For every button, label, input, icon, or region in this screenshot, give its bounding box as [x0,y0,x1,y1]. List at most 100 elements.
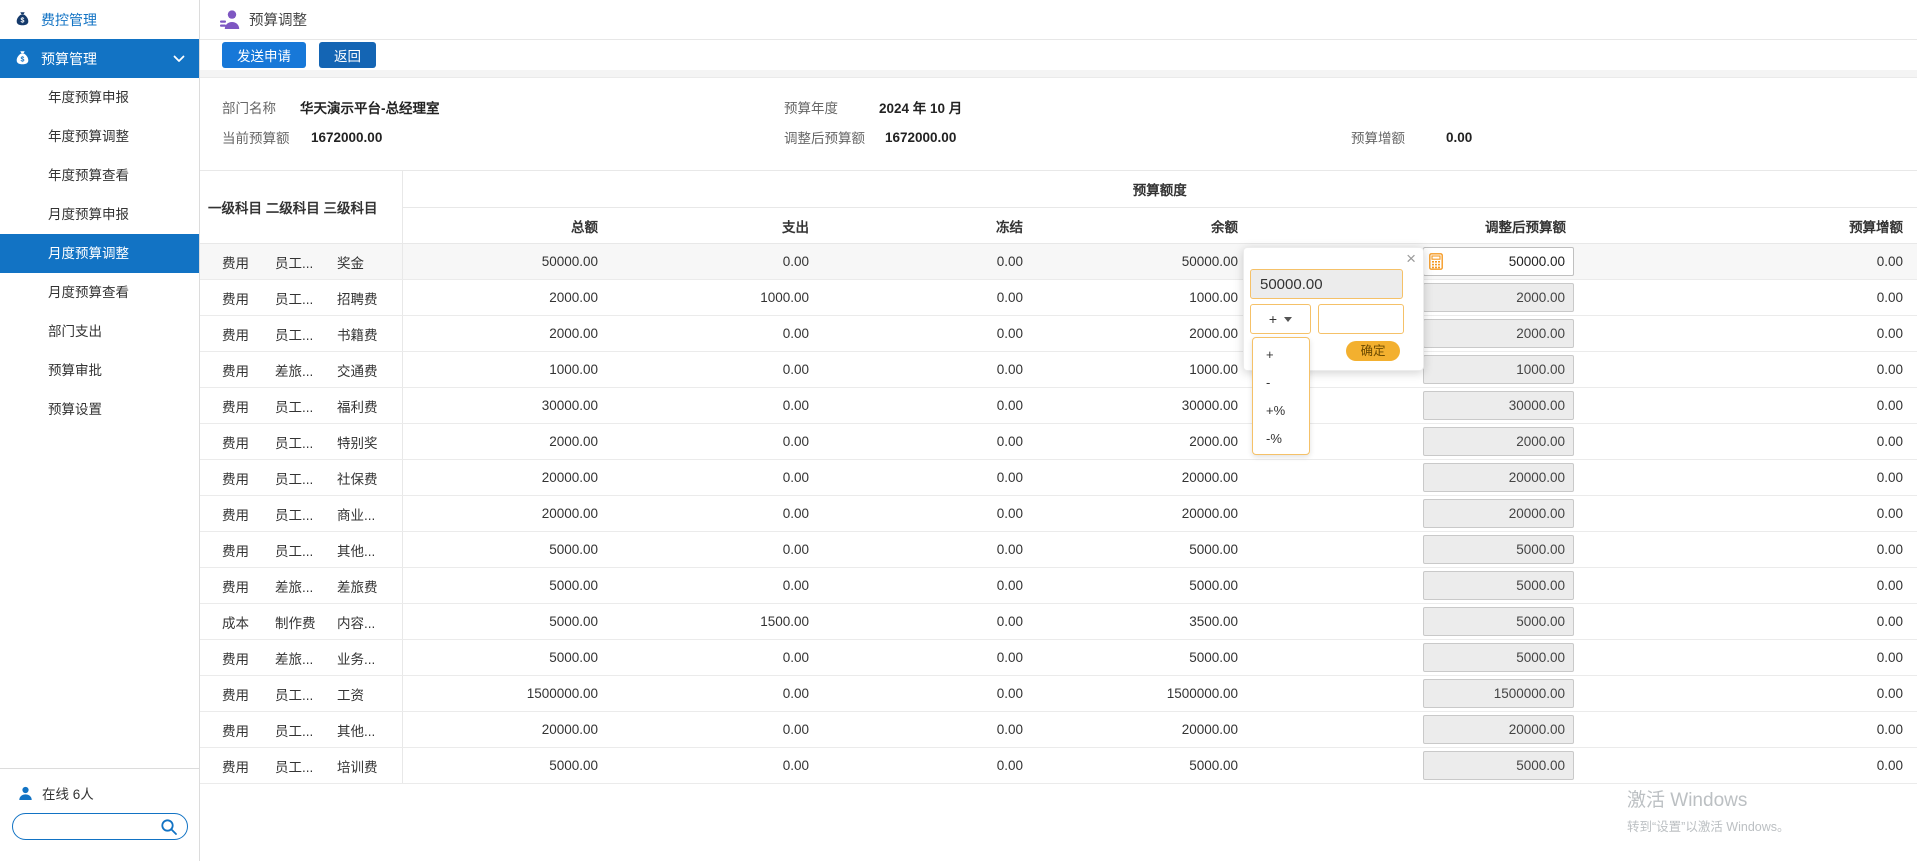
adjusted-budget-input[interactable]: 5000.00 [1423,751,1574,780]
search-box [12,813,188,840]
cell-level1: 费用 [200,568,270,604]
sidebar-subitem[interactable]: 预算审批 [0,351,199,390]
adjusted-budget-input[interactable]: 2000.00 [1423,427,1574,456]
cell-total: 5000.00 [402,640,602,676]
adjusted-budget-input[interactable]: 2000.00 [1423,283,1574,312]
online-label: 在线 6人 [42,783,94,803]
cell-frozen: 0.00 [813,496,1027,532]
adjusted-budget-input[interactable]: 20000.00 [1423,715,1574,744]
adjusted-budget-input[interactable]: 2000.00 [1423,319,1574,348]
cell-balance: 1000.00 [1027,352,1242,388]
popup-amount-input[interactable]: 50000.00 [1250,269,1403,299]
cell-spent: 0.00 [602,496,813,532]
cell-increase: 0.00 [1590,496,1917,532]
operator-option[interactable]: + [1253,341,1309,369]
subject-levels-header: 一级科目 二级科目 三级科目 [200,171,402,244]
cell-total: 1500000.00 [402,676,602,712]
popup-value-input[interactable] [1318,304,1404,334]
adjusted-value: 20000.00 [1509,470,1565,485]
operator-option[interactable]: -% [1253,425,1309,453]
sidebar-item-label: 费控管理 [41,10,185,30]
sidebar-item-budget-management[interactable]: $ 预算管理 [0,39,199,78]
sidebar-subitem[interactable]: 年度预算查看 [0,156,199,195]
adjusted-budget-input[interactable]: 5000.00 [1423,643,1574,672]
table-row: 费用 员工... 奖金 50000.00 0.00 0.00 50000.00 … [200,244,1917,280]
adjusted-budget-input[interactable]: 1000.00 [1423,355,1574,384]
cell-adjusted: 20000.00 [1242,460,1590,496]
cell-frozen: 0.00 [813,352,1027,388]
sidebar-subitem[interactable]: 月度预算调整 [0,234,199,273]
sidebar-item-expense-control[interactable]: $ 费控管理 [0,0,199,39]
cell-balance: 1000.00 [1027,280,1242,316]
cell-spent: 0.00 [602,244,813,280]
toolbar-divider [200,70,1917,78]
cell-frozen: 0.00 [813,460,1027,496]
cell-total: 50000.00 [402,244,602,280]
cell-frozen: 0.00 [813,388,1027,424]
cell-frozen: 0.00 [813,676,1027,712]
adjusted-budget-input[interactable]: 5000.00 [1423,535,1574,564]
cell-spent: 0.00 [602,568,813,604]
cell-adjusted: 5000.00 [1242,604,1590,640]
sidebar-subitem[interactable]: 年度预算申报 [0,78,199,117]
cell-adjusted: 5000.00 [1242,748,1590,784]
main-content: 预算调整 发送申请 返回 部门名称 华天演示平台-总经理室 预算年度 2024 … [200,0,1917,861]
send-request-button[interactable]: 发送申请 [222,42,306,68]
calculator-icon[interactable] [1429,253,1443,270]
cell-level2: 员工... [270,748,335,784]
adjusted-budget-input[interactable]: 1500000.00 [1423,679,1574,708]
sidebar-subitem[interactable]: 部门支出 [0,312,199,351]
cell-frozen: 0.00 [813,712,1027,748]
cell-spent: 1500.00 [602,604,813,640]
watermark-line2: 转到“设置”以激活 Windows。 [1627,816,1790,835]
adjusted-budget-input[interactable]: 30000.00 [1423,391,1574,420]
cell-balance: 5000.00 [1027,748,1242,784]
operator-option[interactable]: +% [1253,397,1309,425]
cell-level2: 差旅... [270,640,335,676]
cell-frozen: 0.00 [813,280,1027,316]
sidebar-subitem[interactable]: 月度预算查看 [0,273,199,312]
adjusted-value: 5000.00 [1516,578,1565,593]
sidebar-subitem[interactable]: 月度预算申报 [0,195,199,234]
cell-balance: 20000.00 [1027,496,1242,532]
search-icon[interactable] [160,818,178,836]
cell-level3: 书籍费 [335,316,402,352]
adjusted-value: 30000.00 [1509,398,1565,413]
budget-increase-value: 0.00 [1446,130,1472,145]
cell-level1: 费用 [200,532,270,568]
sidebar-subitem[interactable]: 年度预算调整 [0,117,199,156]
table-row: 成本 制作费 内容... 5000.00 1500.00 0.00 3500.0… [200,604,1917,640]
cell-level3: 福利费 [335,388,402,424]
adjusted-budget-input[interactable]: 20000.00 [1423,499,1574,528]
cell-increase: 0.00 [1590,280,1917,316]
cell-level1: 费用 [200,676,270,712]
confirm-button[interactable]: 确定 [1346,341,1400,361]
cell-adjusted: 1500000.00 [1242,676,1590,712]
operator-select[interactable]: + [1250,304,1311,334]
close-icon[interactable]: × [1406,250,1416,267]
cell-level3: 特别奖 [335,424,402,460]
svg-text:$: $ [21,18,25,25]
sidebar-subitem[interactable]: 预算设置 [0,390,199,429]
cell-total: 5000.00 [402,748,602,784]
adjusted-budget-input[interactable]: 5000.00 [1423,607,1574,636]
adjusted-value: 20000.00 [1509,506,1565,521]
dept-name-label: 部门名称 [222,97,300,117]
adjusted-budget-value: 1672000.00 [885,130,956,145]
cell-balance: 20000.00 [1027,712,1242,748]
cell-increase: 0.00 [1590,352,1917,388]
operator-option[interactable]: - [1253,369,1309,397]
adjusted-budget-input[interactable]: 50000.00 [1423,247,1574,276]
table-row: 费用 员工... 商业... 20000.00 0.00 0.00 20000.… [200,496,1917,532]
cell-adjusted: 5000.00 [1242,568,1590,604]
search-input[interactable] [23,815,161,838]
cell-spent: 0.00 [602,424,813,460]
adjusted-budget-input[interactable]: 5000.00 [1423,571,1574,600]
cell-level1: 费用 [200,388,270,424]
back-button[interactable]: 返回 [319,42,376,68]
cell-total: 5000.00 [402,604,602,640]
adjusted-budget-input[interactable]: 20000.00 [1423,463,1574,492]
adjusted-budget-label: 调整后预算额 [784,127,885,147]
cell-adjusted: 20000.00 [1242,496,1590,532]
cell-adjusted: 20000.00 [1242,712,1590,748]
